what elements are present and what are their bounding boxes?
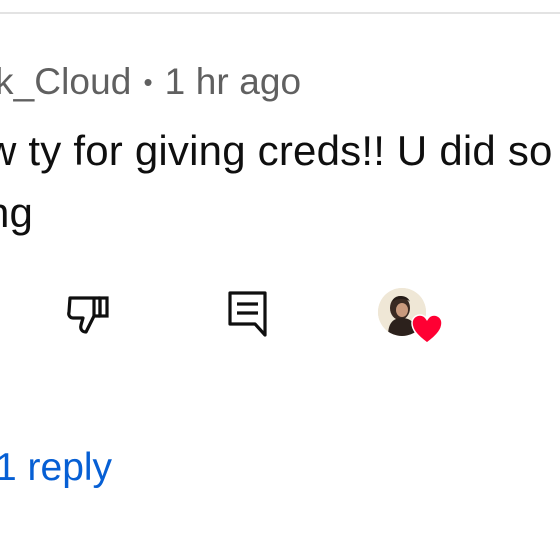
heart-icon (411, 314, 443, 344)
comment-action-bar (0, 280, 560, 350)
creator-heart-badge[interactable] (372, 284, 448, 350)
comment-reply-icon (228, 291, 267, 337)
comment-timestamp: 1 hr ago (164, 61, 302, 102)
comment-text-line-2: ng (0, 189, 34, 236)
comment-text-line-1: w ty for giving creds!! U did so (0, 127, 553, 174)
thumbs-down-icon (67, 296, 109, 334)
comment-meta: k_Cloud • 1 hr ago (0, 58, 301, 106)
reply-button[interactable] (218, 284, 278, 344)
dislike-button[interactable] (58, 286, 118, 342)
meta-separator: • (143, 66, 153, 97)
top-divider (0, 12, 560, 14)
view-replies-link[interactable]: 1 reply (0, 442, 112, 494)
comment-author[interactable]: k_Cloud (0, 61, 131, 103)
comment-thread: k_Cloud • 1 hr ago w ty for giving creds… (0, 0, 560, 560)
comment-text: w ty for giving creds!! U did so ng (0, 120, 560, 244)
